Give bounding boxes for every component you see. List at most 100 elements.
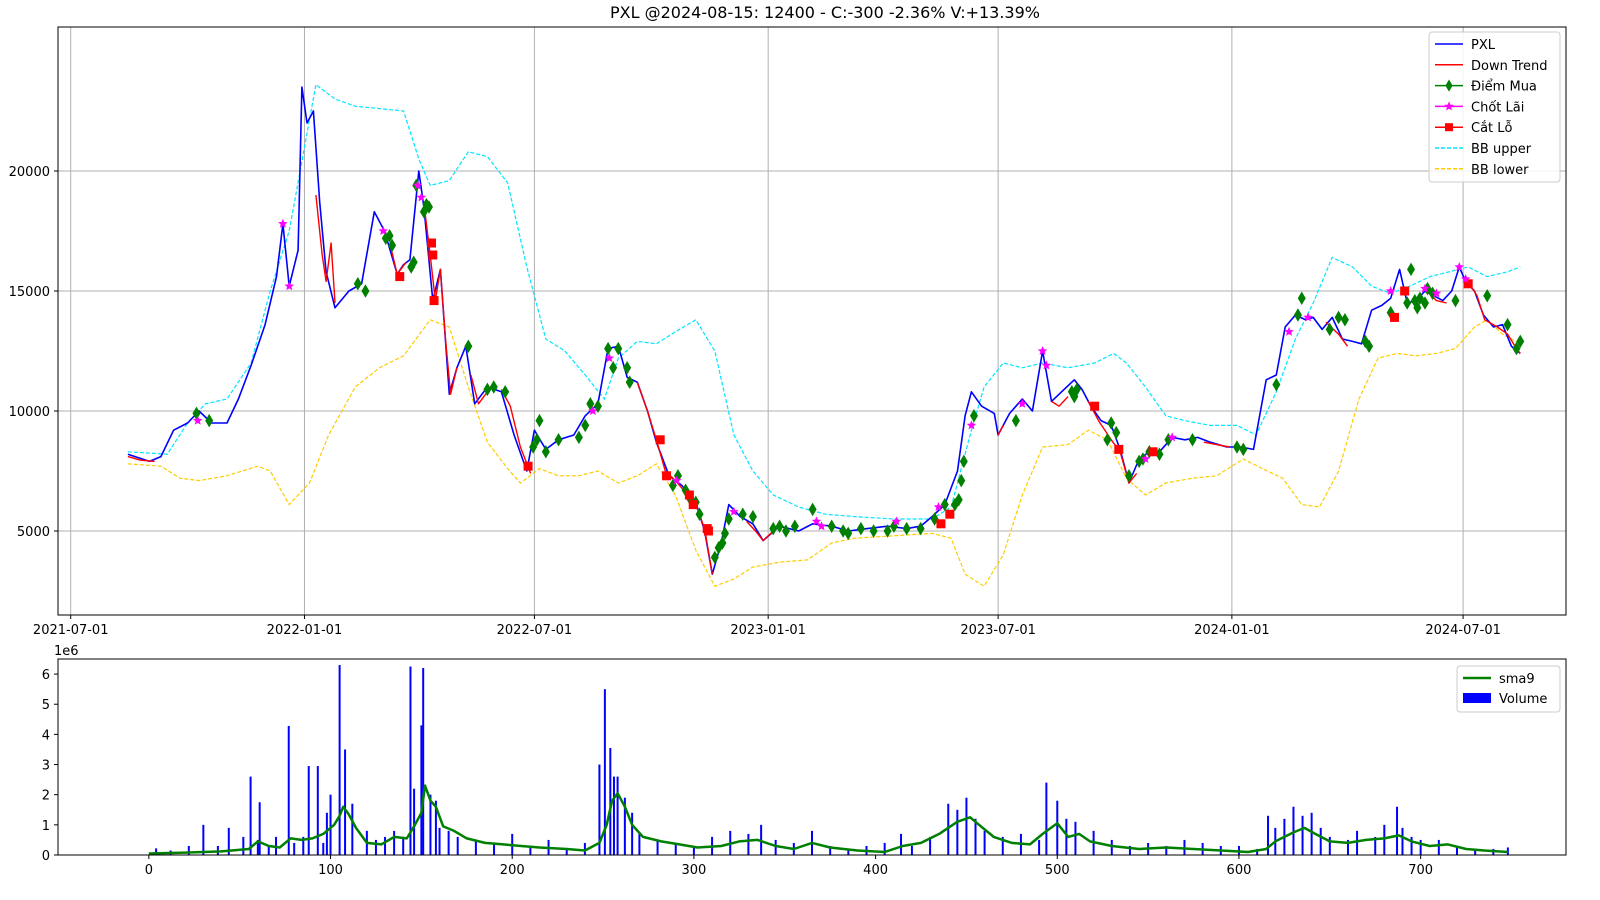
- volume-bar: [409, 666, 412, 855]
- legend-label: PXL: [1471, 38, 1496, 53]
- volume-bar: [307, 766, 310, 855]
- volume-bar: [1437, 839, 1440, 855]
- legend-label: Cắt Lỗ: [1471, 121, 1513, 136]
- price-legend: PXL Down Trend Điểm Mua Chốt Lãi Cắt Lỗ BB up…: [1428, 31, 1561, 183]
- stop-loss-marker: [684, 490, 694, 500]
- volume-bar: [1319, 827, 1322, 855]
- stop-loss-marker: [427, 238, 437, 248]
- volume-bar: [1356, 830, 1359, 855]
- volume-x-tick-label: 200: [500, 863, 525, 878]
- volume-bar: [956, 809, 959, 855]
- stop-loss-marker: [428, 250, 438, 260]
- legend-label: BB upper: [1471, 142, 1532, 157]
- volume-bar: [393, 830, 396, 855]
- volume-bar: [774, 839, 777, 855]
- volume-bar: [338, 665, 341, 855]
- legend-swatch-volume: [1463, 693, 1491, 703]
- stop-loss-marker: [936, 519, 946, 529]
- volume-bar: [612, 776, 615, 855]
- volume-bar: [329, 794, 332, 855]
- volume-bar: [1410, 836, 1413, 855]
- volume-bar: [1045, 782, 1048, 855]
- stop-loss-marker: [1400, 286, 1410, 296]
- volume-bar: [351, 803, 354, 855]
- price-x-tick-label: 2024-01-01: [1194, 623, 1270, 638]
- stop-loss-marker: [1148, 447, 1158, 457]
- volume-bar: [287, 725, 290, 855]
- volume-legend: sma9 Volume: [1456, 665, 1561, 713]
- volume-bar: [422, 668, 425, 855]
- volume-x-tick-label: 500: [1045, 863, 1070, 878]
- price-y-tick-label: 10000: [9, 405, 50, 420]
- volume-y-tick-label: 2: [42, 789, 50, 804]
- volume-bar: [900, 833, 903, 855]
- legend-label: Điểm Mua: [1471, 80, 1537, 95]
- volume-bar: [420, 725, 423, 855]
- price-y-tick-label: 15000: [9, 285, 50, 300]
- volume-bar: [438, 827, 441, 855]
- volume-bar: [1056, 800, 1059, 855]
- legend-label: Chốt Lãi: [1471, 100, 1524, 115]
- volume-bar: [374, 839, 377, 855]
- legend-label: BB lower: [1471, 163, 1529, 178]
- volume-bar: [322, 842, 325, 855]
- price-x-tick-label: 2023-01-01: [730, 623, 806, 638]
- volume-bar: [258, 802, 261, 855]
- stop-loss-marker: [429, 296, 439, 306]
- volume-bar: [429, 794, 432, 855]
- price-x-tick-label: 2023-07-01: [960, 623, 1036, 638]
- volume-bar: [656, 839, 659, 855]
- volume-bar: [413, 788, 416, 855]
- volume-bar: [1301, 815, 1304, 855]
- volume-x-tick-label: 400: [863, 863, 888, 878]
- volume-bar: [983, 830, 986, 855]
- volume-y-tick-label: 0: [42, 849, 50, 864]
- volume-bar: [447, 830, 450, 855]
- chart-figure: PXL @2024-08-15: 12400 - C:-300 -2.36% V…: [0, 0, 1600, 900]
- legend-label: sma9: [1499, 672, 1535, 687]
- legend-label: Volume: [1499, 692, 1547, 707]
- volume-bar: [1038, 839, 1041, 855]
- stop-loss-marker: [523, 461, 533, 471]
- price-x-tick-label: 2021-07-01: [33, 623, 109, 638]
- volume-x-tick-label: 700: [1408, 863, 1433, 878]
- volume-scale-label: 1e6: [54, 644, 79, 659]
- volume-bar: [747, 833, 750, 855]
- price-x-tick-label: 2024-07-01: [1425, 623, 1501, 638]
- volume-bar: [965, 797, 968, 855]
- volume-bar: [249, 776, 252, 855]
- volume-bar: [638, 833, 641, 855]
- volume-x-tick-label: 300: [681, 863, 706, 878]
- volume-bar: [1310, 812, 1313, 855]
- volume-bar: [202, 824, 205, 855]
- volume-y-tick-label: 5: [42, 698, 50, 713]
- stop-loss-marker: [1389, 312, 1399, 322]
- volume-bar: [974, 818, 977, 855]
- stop-loss-marker: [395, 272, 405, 282]
- stop-loss-marker: [662, 471, 672, 481]
- volume-y-tick-label: 6: [42, 668, 50, 683]
- volume-bar: [456, 836, 459, 855]
- volume-y-tick-label: 3: [42, 759, 50, 774]
- volume-bar: [1110, 839, 1113, 855]
- volume-bar: [242, 836, 245, 855]
- volume-bar: [631, 812, 634, 855]
- volume-bar: [316, 766, 319, 855]
- stop-loss-marker: [703, 526, 713, 536]
- chart-title: PXL @2024-08-15: 12400 - C:-300 -2.36% V…: [610, 3, 1040, 22]
- stop-loss-marker: [945, 509, 955, 519]
- volume-bar: [1419, 839, 1422, 855]
- volume-bar: [402, 836, 405, 855]
- volume-bar: [325, 812, 328, 855]
- stop-loss-marker: [688, 500, 698, 510]
- volume-bar: [1396, 806, 1399, 855]
- volume-bar: [344, 749, 347, 855]
- stop-loss-marker: [1090, 401, 1100, 411]
- volume-bar: [384, 836, 387, 855]
- volume-y-tick-label: 4: [42, 728, 50, 743]
- volume-x-tick-label: 100: [318, 863, 343, 878]
- legend-label: Down Trend: [1471, 59, 1548, 74]
- legend-swatch-square: [1445, 123, 1453, 132]
- price-y-tick-label: 5000: [17, 525, 50, 540]
- volume-bar: [293, 842, 296, 855]
